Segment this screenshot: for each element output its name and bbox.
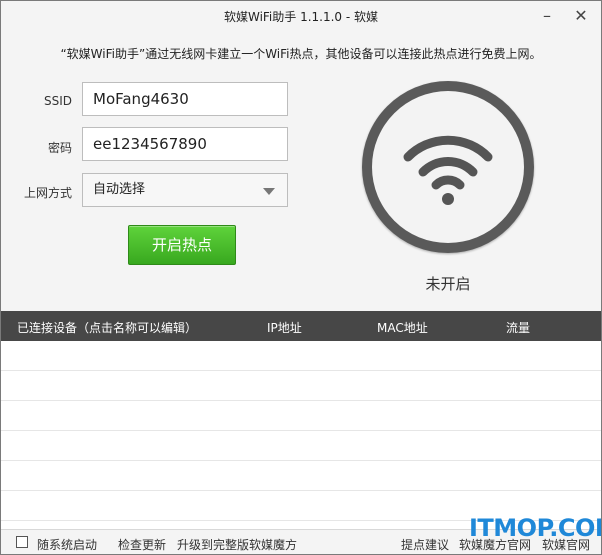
table-row: [1, 371, 601, 401]
column-device[interactable]: 已连接设备（点击名称可以编辑）: [17, 319, 197, 336]
check-update-link[interactable]: 检查更新: [118, 536, 166, 553]
mode-label: 上网方式: [23, 186, 72, 200]
close-button[interactable]: ✕: [569, 5, 593, 27]
suggestion-link[interactable]: 提点建议: [401, 536, 449, 553]
intro-text: “软媒WiFi助手”通过无线网卡建立一个WiFi热点，其他设备可以连接此热点进行…: [60, 47, 542, 61]
ssid-label: SSID: [43, 94, 72, 108]
ssid-input[interactable]: MoFang4630: [82, 82, 288, 116]
chevron-down-icon: [263, 188, 275, 195]
wifi-icon: [403, 135, 493, 205]
minimize-icon: –: [543, 6, 551, 25]
table-row: [1, 341, 601, 371]
watermark-logo: ITMOP.COM: [469, 514, 601, 542]
column-ip[interactable]: IP地址: [267, 319, 302, 336]
mode-select-value: 自动选择: [93, 182, 146, 197]
app-window: 软媒WiFi助手 1.1.1.0 - 软媒 – ✕ “软媒WiFi助手”通过无线…: [0, 0, 602, 555]
upgrade-link[interactable]: 升级到完整版软媒魔方: [177, 536, 297, 553]
password-input[interactable]: ee1234567890: [82, 127, 288, 161]
close-icon: ✕: [574, 6, 588, 25]
mode-select[interactable]: 自动选择: [82, 173, 288, 207]
table-row: [1, 431, 601, 461]
table-row: [1, 401, 601, 431]
device-table-header: 已连接设备（点击名称可以编辑） IP地址 MAC地址 流量: [1, 311, 601, 341]
autostart-checkbox[interactable]: [16, 536, 28, 548]
autostart-label[interactable]: 随系统启动: [37, 536, 97, 553]
table-row: [1, 461, 601, 491]
device-table[interactable]: [1, 341, 601, 529]
minimize-button[interactable]: –: [535, 5, 559, 27]
hotspot-status: 未开启: [425, 275, 471, 293]
start-hotspot-button[interactable]: 开启热点: [128, 225, 236, 265]
column-mac[interactable]: MAC地址: [377, 319, 428, 336]
title-bar[interactable]: 软媒WiFi助手 1.1.1.0 - 软媒 – ✕: [1, 1, 601, 31]
column-traffic[interactable]: 流量: [506, 319, 530, 336]
password-label: 密码: [47, 141, 72, 155]
hotspot-toggle[interactable]: [362, 81, 534, 253]
window-title: 软媒WiFi助手 1.1.1.0 - 软媒: [223, 10, 379, 24]
